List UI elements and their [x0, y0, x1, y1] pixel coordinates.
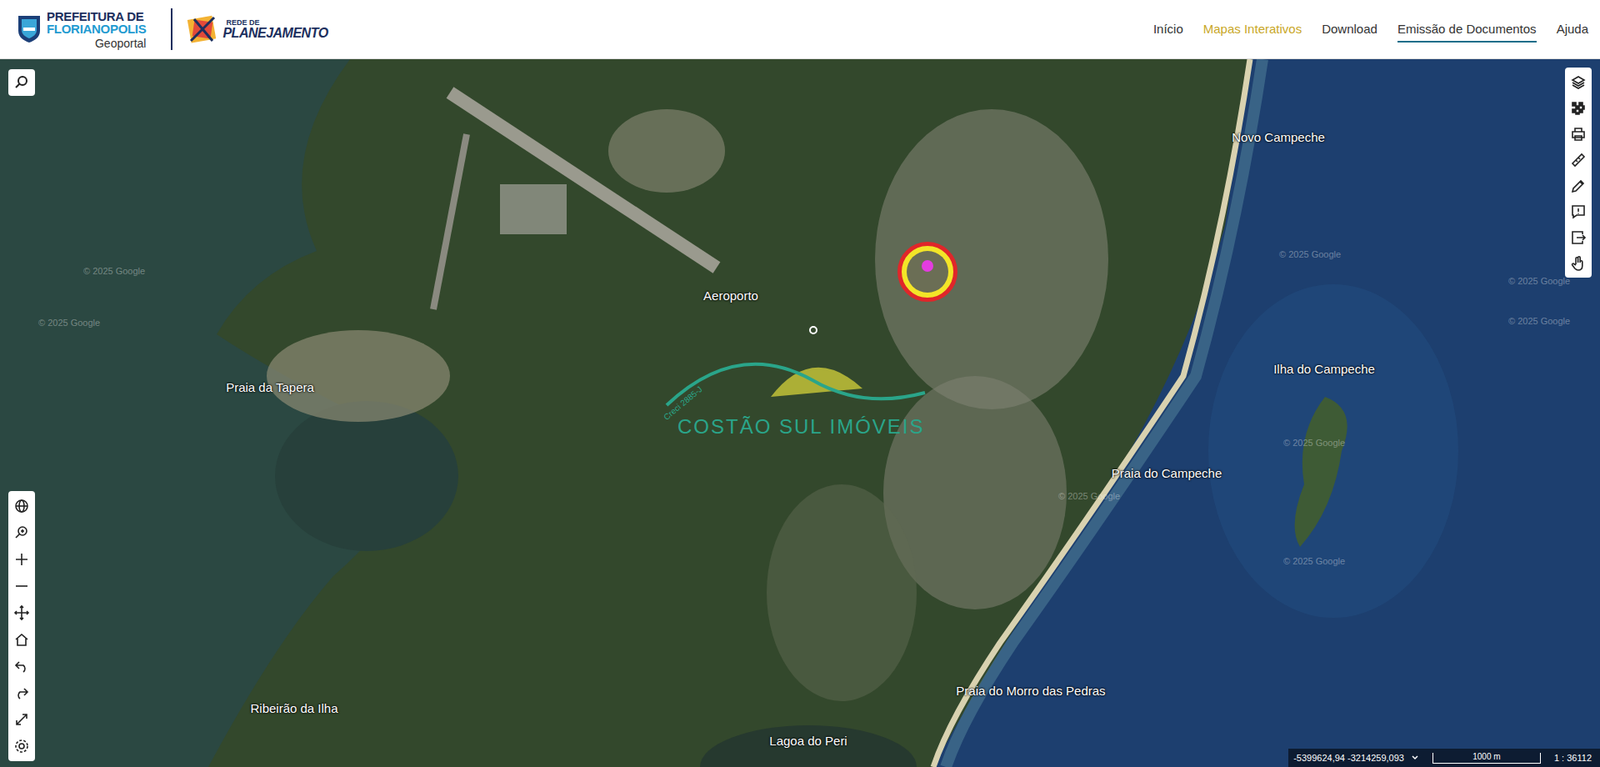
- header: PREFEITURA DEFLORIANOPOLIS Geoportal REDE …: [0, 0, 1600, 60]
- place-label: Novo Campeche: [1231, 130, 1325, 145]
- divider: [170, 8, 173, 50]
- map-attribution: © 2025 Google: [1283, 437, 1345, 448]
- partner-logo[interactable]: REDE DEPLANEJAMENTO: [185, 12, 328, 46]
- hand-icon: [1570, 255, 1587, 272]
- nav-item[interactable]: Emissão de Documentos: [1397, 16, 1537, 43]
- nav-item[interactable]: Ajuda: [1556, 16, 1589, 43]
- map-view[interactable]: © 2025 Google © 2025 Google © 2025 Google ©…: [0, 59, 1600, 767]
- expand-icon: [13, 710, 30, 728]
- city-shield-icon: [16, 14, 42, 45]
- basemap-icon: [1570, 100, 1587, 117]
- tool-button[interactable]: [1565, 146, 1592, 173]
- redo-icon: [13, 684, 30, 701]
- hill-logo-icon: [662, 346, 930, 414]
- map-attribution: © 2025 Google: [1508, 275, 1570, 286]
- layers-icon: [1570, 74, 1587, 91]
- map-attribution: © 2025 Google: [38, 317, 100, 328]
- undo-icon: [13, 657, 30, 675]
- location-marker[interactable]: [897, 241, 958, 302]
- info-icon: [1570, 203, 1587, 220]
- search-button[interactable]: [8, 69, 35, 96]
- main-nav: Início Mapas Interativos Download Emissão d…: [1153, 16, 1589, 43]
- brand[interactable]: PREFEITURA DEFLORIANOPOLIS Geoportal: [16, 10, 146, 50]
- place-label: Ilha do Campeche: [1273, 361, 1375, 376]
- place-label: Praia do Morro das Pedras: [955, 683, 1105, 698]
- planning-network-icon: [185, 12, 220, 46]
- scale-bar: 1000 m: [1432, 752, 1541, 764]
- tool-button[interactable]: [8, 572, 35, 600]
- export-icon: [1570, 229, 1587, 246]
- place-label: Praia da Tapera: [225, 380, 315, 395]
- nav-item[interactable]: Download: [1321, 16, 1378, 43]
- tool-button[interactable]: [8, 492, 35, 520]
- map-attribution: © 2025 Google: [1279, 249, 1341, 260]
- tool-button[interactable]: [1565, 224, 1592, 250]
- place-label: Lagoa do Peri: [769, 733, 847, 748]
- partner-text: REDE DEPLANEJAMENTO: [222, 19, 328, 40]
- status-bar: -5399624,94 -3214259,093 1000 m 1 : 36112: [1288, 748, 1600, 767]
- search-icon: [13, 74, 30, 91]
- geoportal-app: PREFEITURA DEFLORIANOPOLIS Geoportal REDE …: [0, 0, 1600, 767]
- nav-item[interactable]: Início: [1153, 16, 1184, 43]
- tool-button[interactable]: [8, 599, 35, 626]
- chevron-down-icon[interactable]: [1410, 753, 1420, 762]
- tool-button[interactable]: [1565, 198, 1592, 225]
- tool-button[interactable]: [8, 732, 35, 760]
- watermark-name: COSTÃO SUL IMÓVEIS: [677, 415, 925, 439]
- zoom-in-icon: [13, 550, 30, 568]
- navigation-toolbar: [8, 490, 35, 761]
- tool-button[interactable]: [8, 545, 35, 573]
- marker-dot: [921, 260, 934, 272]
- tool-button[interactable]: [1565, 250, 1592, 276]
- ruler-icon: [1570, 151, 1587, 169]
- home-icon: [13, 630, 30, 648]
- globe-icon: [13, 497, 30, 515]
- zoom-area-icon: [13, 524, 30, 541]
- partner-line2: PLANEJAMENTO: [222, 26, 328, 40]
- brand-line1: PREFEITURA DE: [46, 10, 146, 23]
- map-attribution: © 2025 Google: [1283, 555, 1345, 566]
- tool-button[interactable]: [8, 519, 35, 546]
- watermark: Creci 2885-JCOSTÃO SUL IMÓVEIS: [662, 346, 938, 447]
- scale-ratio: 1 : 36112: [1554, 752, 1592, 763]
- brand-subtitle: Geoportal: [95, 37, 146, 50]
- tool-button[interactable]: [1565, 172, 1592, 199]
- tool-button[interactable]: [8, 625, 35, 653]
- tool-button[interactable]: [1565, 120, 1592, 147]
- brand-line2: FLORIANOPOLIS: [46, 22, 146, 35]
- print-icon: [1570, 125, 1587, 143]
- tool-button[interactable]: [1565, 95, 1592, 121]
- place-label: Praia do Campeche: [1111, 465, 1223, 480]
- brand-text: PREFEITURA DEFLORIANOPOLIS Geoportal: [46, 10, 146, 50]
- tool-button[interactable]: [8, 652, 35, 680]
- map-attribution: © 2025 Google: [1508, 315, 1570, 326]
- zoom-out-icon: [13, 577, 30, 595]
- tool-button[interactable]: [1565, 69, 1592, 95]
- map-attribution: © 2025 Google: [1058, 490, 1120, 501]
- point-marker: [809, 325, 818, 335]
- settings-icon: [13, 737, 30, 755]
- tools-toolbar: [1565, 67, 1592, 278]
- map-attribution: © 2025 Google: [83, 265, 145, 276]
- pan-icon: [13, 604, 30, 621]
- tool-button[interactable]: [8, 705, 35, 733]
- place-label: Aeroporto: [703, 288, 759, 303]
- satellite-imagery: [0, 59, 1600, 767]
- pencil-icon: [1570, 177, 1587, 195]
- nav-item[interactable]: Mapas Interativos: [1203, 16, 1302, 43]
- tool-button[interactable]: [8, 679, 35, 706]
- place-label: Ribeirão da Ilha: [250, 700, 338, 715]
- coordinates: -5399624,94 -3214259,093: [1293, 752, 1405, 763]
- partner-line1: REDE DE: [225, 19, 328, 27]
- scale-bar-label: 1000 m: [1472, 752, 1500, 761]
